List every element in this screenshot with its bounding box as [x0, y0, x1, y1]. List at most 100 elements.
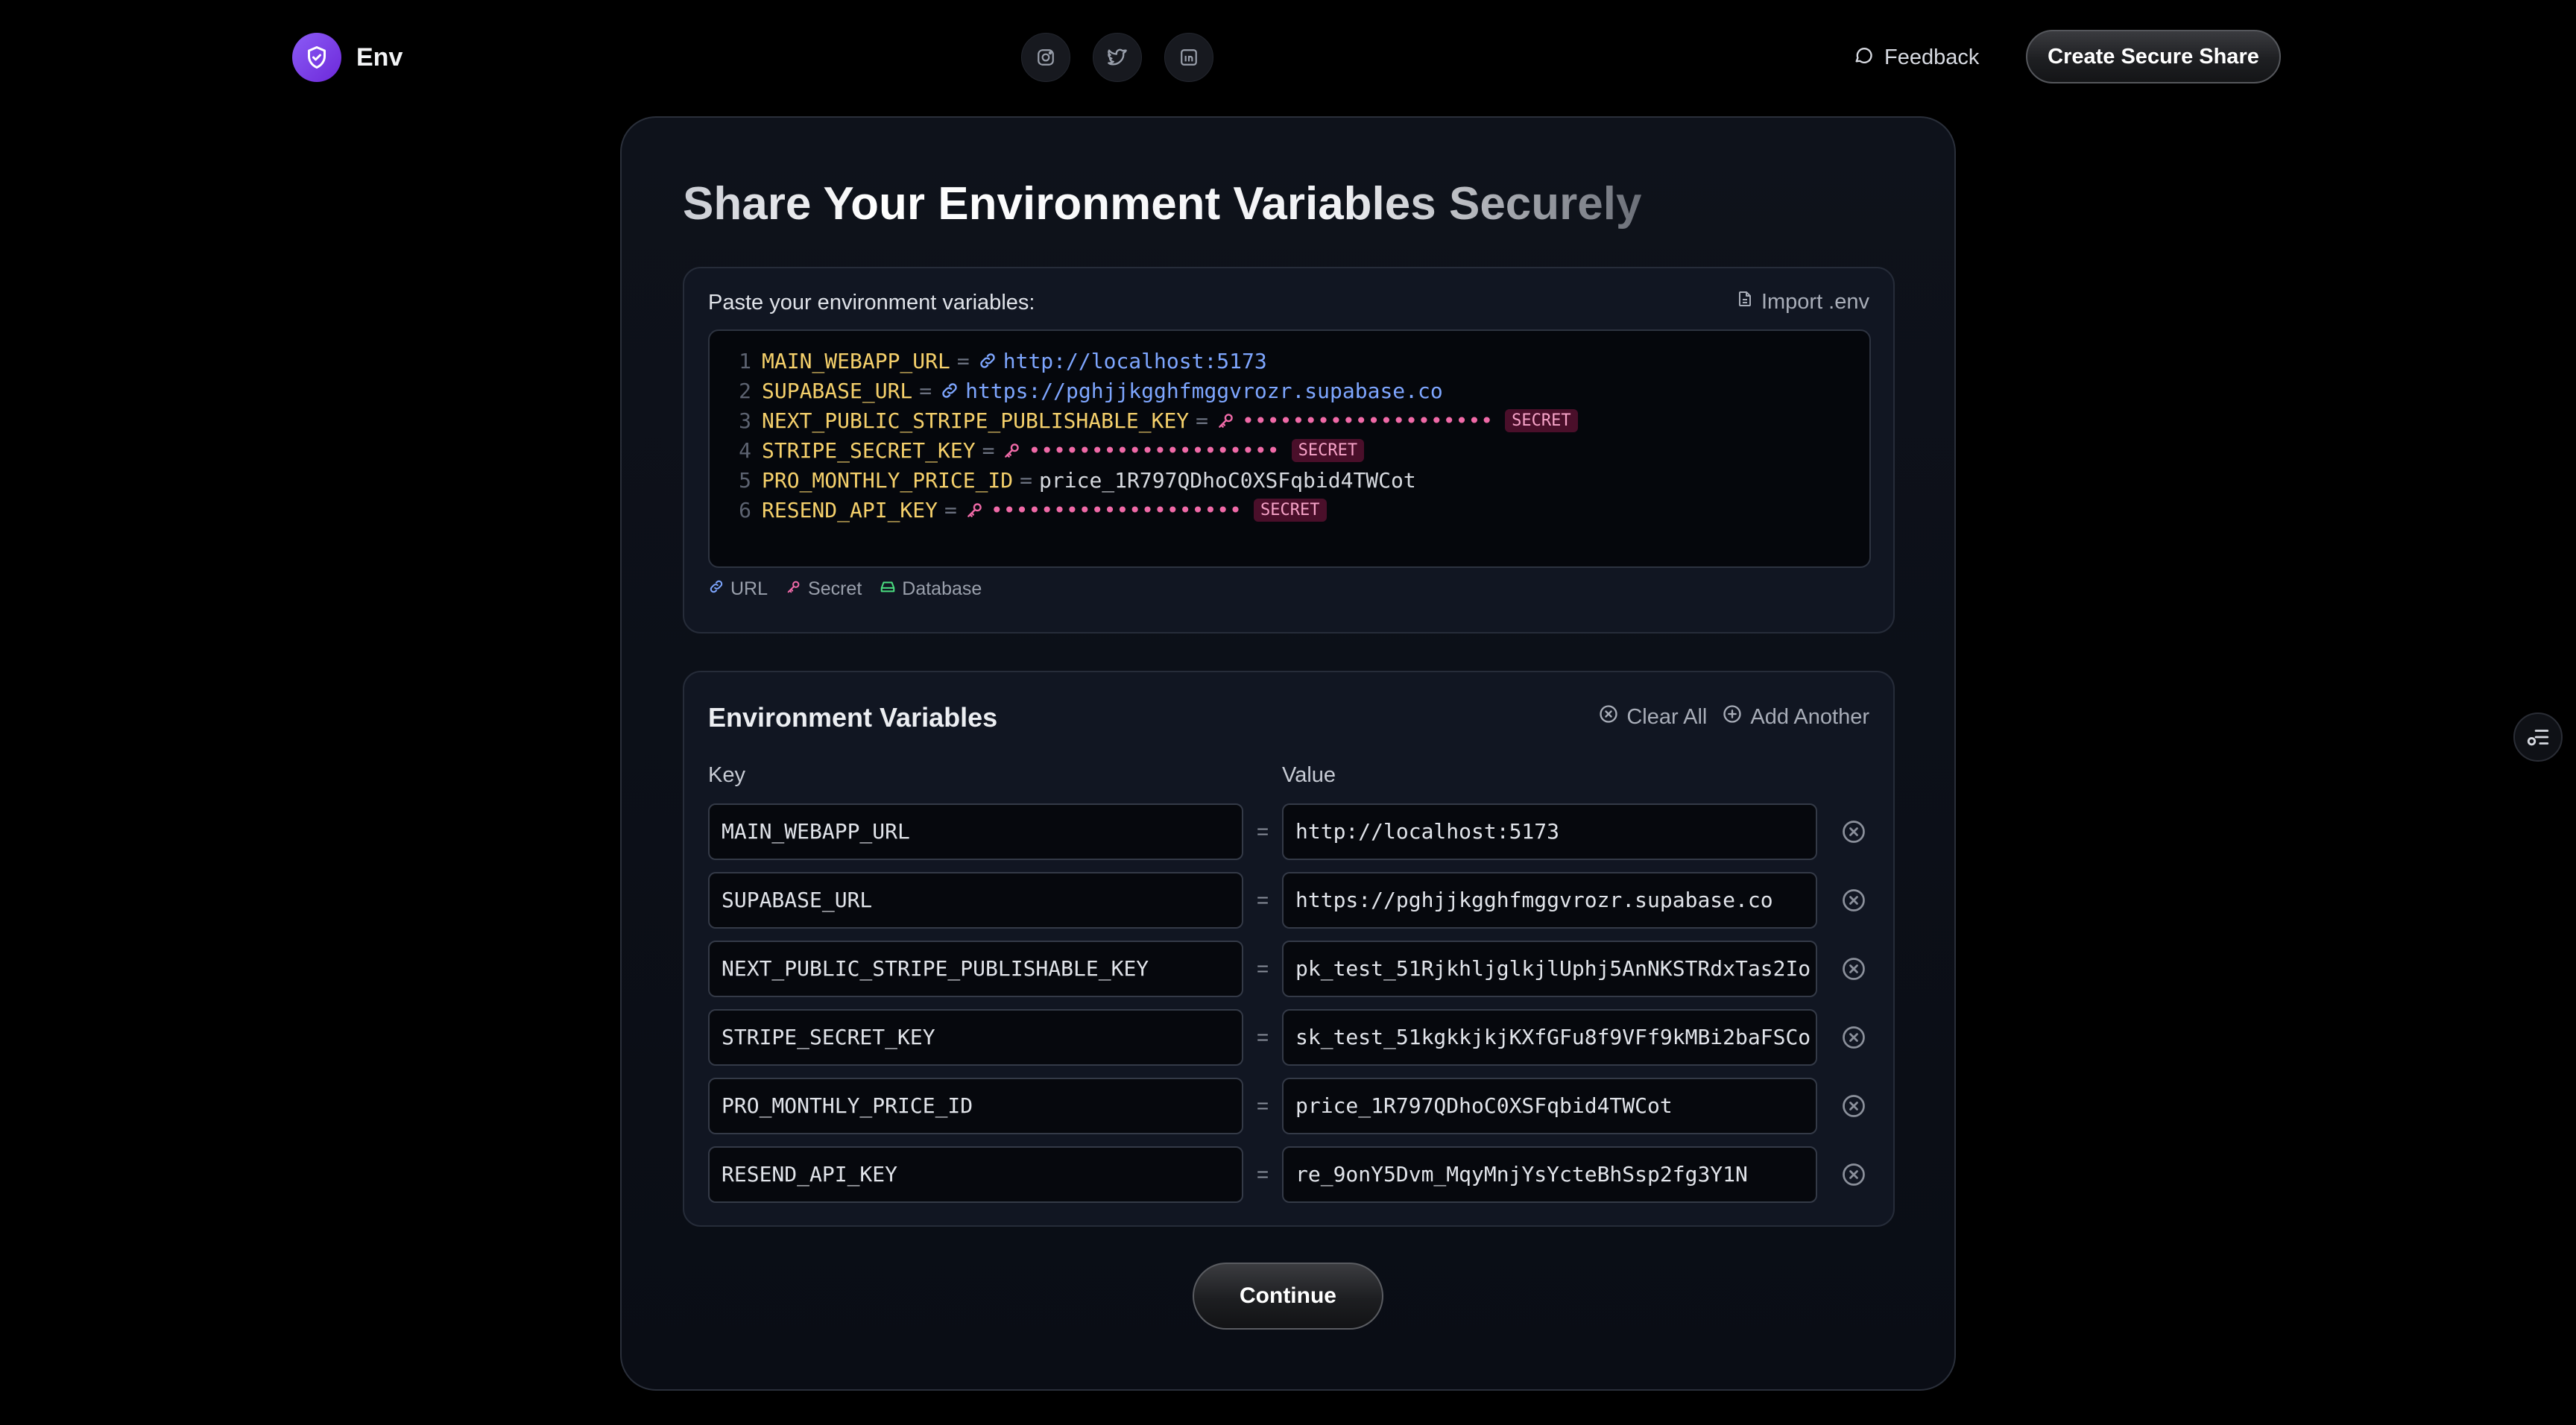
file-icon	[1736, 289, 1754, 315]
value-input[interactable]: pk_test_51RjkhljglkjlUphj5AnNKSTRdxTas2I…	[1282, 941, 1817, 997]
circle-x-icon	[1843, 889, 1865, 911]
twitter-icon[interactable]	[1093, 33, 1142, 82]
database-icon	[880, 578, 896, 600]
type-legend: URL Secret Database	[708, 578, 982, 600]
env-text-editor[interactable]: 1 MAIN_WEBAPP_URL = http://localhost:517…	[708, 329, 1871, 568]
code-key: SUPABASE_URL	[762, 378, 913, 403]
instagram-icon[interactable]	[1021, 33, 1070, 82]
env-row: RESEND_API_KEY = re_9onY5Dvm_MqyMnjYsYct…	[708, 1146, 1872, 1203]
key-icon	[1215, 409, 1237, 432]
env-row: NEXT_PUBLIC_STRIPE_PUBLISHABLE_KEY = pk_…	[708, 941, 1872, 997]
row-equals: =	[1256, 1163, 1269, 1186]
settings-toggle-icon[interactable]	[2513, 712, 2563, 762]
paste-label: Paste your environment variables:	[708, 291, 1035, 315]
top-header: Env Feedback Create Secure Share	[0, 0, 2576, 112]
linkedin-icon[interactable]	[1164, 33, 1213, 82]
clear-all-button[interactable]: Clear All	[1598, 704, 1707, 730]
masked-value: ••••••••••••••••••••	[1028, 437, 1280, 463]
code-key: PRO_MONTHLY_PRICE_ID	[762, 467, 1014, 493]
code-equals: =	[982, 437, 995, 463]
link-icon	[938, 379, 961, 402]
line-number: 1	[739, 348, 751, 373]
remove-row-button[interactable]	[1840, 886, 1868, 914]
remove-row-button[interactable]	[1840, 1160, 1868, 1189]
value-input[interactable]: price_1R797QDhoC0XSFqbid4TWCot	[1282, 1078, 1817, 1134]
import-env-button[interactable]: Import .env	[1736, 289, 1869, 315]
row-equals: =	[1256, 1026, 1269, 1049]
key-input[interactable]: PRO_MONTHLY_PRICE_ID	[708, 1078, 1243, 1134]
value-input[interactable]: http://localhost:5173	[1282, 803, 1817, 860]
add-another-label: Add Another	[1750, 704, 1869, 729]
link-icon	[976, 350, 999, 372]
env-row: STRIPE_SECRET_KEY = sk_test_51kgkkjkjKXf…	[708, 1009, 1872, 1066]
legend-url-label: URL	[730, 578, 768, 599]
remove-row-button[interactable]	[1840, 1023, 1868, 1052]
brand-name: Env	[356, 42, 403, 72]
secret-badge: SECRET	[1254, 498, 1327, 522]
key-input[interactable]: SUPABASE_URL	[708, 872, 1243, 929]
value-input[interactable]: sk_test_51kgkkjkjKXfGFu8f9VFf9kMBi2baFSC…	[1282, 1009, 1817, 1066]
masked-value: ••••••••••••••••••••	[990, 497, 1243, 522]
code-value: http://localhost:5173	[1003, 348, 1267, 373]
circle-x-icon	[1843, 1163, 1865, 1186]
code-equals: =	[944, 497, 957, 522]
brand[interactable]: Env	[292, 33, 402, 82]
import-env-label: Import .env	[1761, 289, 1869, 314]
code-value: price_1R797QDhoC0XSFqbid4TWCot	[1039, 467, 1416, 493]
key-icon	[964, 499, 986, 521]
code-equals: =	[1196, 408, 1209, 433]
key-input[interactable]: NEXT_PUBLIC_STRIPE_PUBLISHABLE_KEY	[708, 941, 1243, 997]
feedback-label: Feedback	[1884, 45, 1980, 69]
social-links	[1021, 33, 1213, 82]
code-equals: =	[956, 348, 970, 373]
feedback-link[interactable]: Feedback	[1853, 39, 1979, 76]
circle-x-icon	[1843, 1095, 1865, 1117]
legend-database-label: Database	[902, 578, 982, 599]
code-line: 3 NEXT_PUBLIC_STRIPE_PUBLISHABLE_KEY = •…	[710, 405, 1869, 435]
add-another-button[interactable]: Add Another	[1722, 704, 1869, 730]
env-row: PRO_MONTHLY_PRICE_ID = price_1R797QDhoC0…	[708, 1078, 1872, 1134]
secret-badge: SECRET	[1505, 408, 1578, 432]
key-column-header: Key	[708, 763, 745, 787]
line-number: 2	[739, 378, 751, 403]
key-icon	[1001, 439, 1023, 461]
env-row: MAIN_WEBAPP_URL = http://localhost:5173	[708, 803, 1872, 860]
key-icon	[786, 578, 802, 600]
secret-badge: SECRET	[1291, 438, 1365, 462]
share-card: Share Your Environment Variables Securel…	[620, 116, 1956, 1391]
code-key: MAIN_WEBAPP_URL	[762, 348, 950, 373]
row-equals: =	[1256, 888, 1269, 911]
paste-panel: Paste your environment variables: Import…	[683, 267, 1895, 633]
legend-url: URL	[708, 578, 768, 600]
chat-bubble-icon	[1853, 44, 1874, 71]
create-secure-share-button[interactable]: Create Secure Share	[2026, 30, 2281, 83]
line-number: 4	[739, 437, 751, 463]
key-input[interactable]: RESEND_API_KEY	[708, 1146, 1243, 1203]
value-input[interactable]: re_9onY5Dvm_MqyMnjYsYcteBhSsp2fg3Y1N	[1282, 1146, 1817, 1203]
code-key: STRIPE_SECRET_KEY	[762, 437, 976, 463]
remove-row-button[interactable]	[1840, 1092, 1868, 1120]
circle-x-icon	[1843, 958, 1865, 980]
masked-value: ••••••••••••••••••••	[1242, 408, 1494, 433]
row-equals: =	[1256, 820, 1269, 843]
code-key: RESEND_API_KEY	[762, 497, 938, 522]
page-title: Share Your Environment Variables Securel…	[683, 178, 1642, 230]
remove-row-button[interactable]	[1840, 818, 1868, 846]
key-input[interactable]: MAIN_WEBAPP_URL	[708, 803, 1243, 860]
clear-all-label: Clear All	[1626, 704, 1708, 729]
legend-database: Database	[880, 578, 982, 600]
legend-secret: Secret	[786, 578, 862, 600]
remove-row-button[interactable]	[1840, 955, 1868, 983]
value-column-header: Value	[1282, 763, 1336, 787]
key-input[interactable]: STRIPE_SECRET_KEY	[708, 1009, 1243, 1066]
env-variables-panel: Environment Variables Clear All Add Anot…	[683, 671, 1895, 1227]
legend-secret-label: Secret	[808, 578, 862, 599]
code-value: https://pghjjkgghfmggvrozr.supabase.co	[965, 378, 1443, 403]
circle-x-icon	[1843, 821, 1865, 843]
code-line: 5 PRO_MONTHLY_PRICE_ID = price_1R797QDho…	[710, 465, 1869, 495]
shield-icon	[292, 33, 341, 82]
code-line: 2 SUPABASE_URL = https://pghjjkgghfmggvr…	[710, 376, 1869, 405]
continue-button[interactable]: Continue	[1193, 1263, 1383, 1330]
code-line: 1 MAIN_WEBAPP_URL = http://localhost:517…	[710, 346, 1869, 376]
value-input[interactable]: https://pghjjkgghfmggvrozr.supabase.co	[1282, 872, 1817, 929]
